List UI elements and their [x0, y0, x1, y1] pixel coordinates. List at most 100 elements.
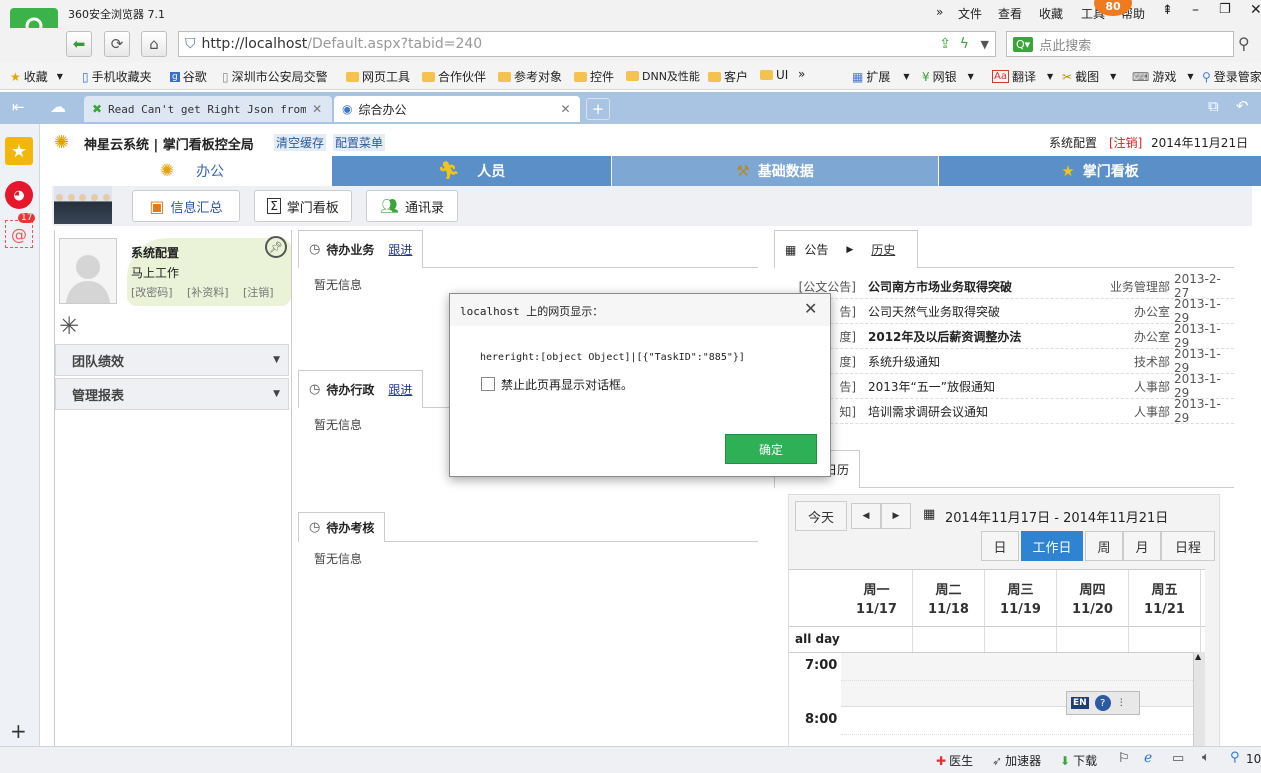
- ann-title[interactable]: 培训需求调研会议通知: [868, 403, 1134, 420]
- suppress-label[interactable]: 禁止此页再显示对话框。: [501, 376, 633, 393]
- close-window-icon[interactable]: ✕: [1250, 2, 1261, 18]
- bookmark-dnn[interactable]: DNN及性能: [626, 68, 700, 84]
- config-menu-link[interactable]: 配置菜单: [333, 134, 386, 151]
- ann-title[interactable]: 公司南方市场业务取得突破: [868, 278, 1110, 295]
- view-agenda[interactable]: 日程: [1161, 531, 1215, 561]
- bookmark-ui[interactable]: UI: [760, 68, 788, 82]
- follow-up-link[interactable]: 跟进: [388, 241, 412, 258]
- tool-extensions[interactable]: ▦ 扩展 ▼: [852, 68, 910, 85]
- nav-office[interactable]: ✺ 办公: [52, 156, 332, 186]
- tab-pending-admin[interactable]: ◷ 待办行政 跟进: [298, 370, 424, 408]
- menu-chevron-icon[interactable]: »: [936, 5, 943, 19]
- calendar-scrollbar[interactable]: ▲: [1193, 652, 1205, 746]
- menu-favorites[interactable]: 收藏: [1039, 5, 1063, 22]
- tab-pending-review[interactable]: ◷ 待办考核: [298, 512, 386, 542]
- today-button[interactable]: 今天: [795, 501, 847, 531]
- next-week-button[interactable]: ▶: [881, 503, 911, 529]
- mail-icon[interactable]: @: [5, 220, 33, 248]
- menu-file[interactable]: 文件: [958, 5, 982, 22]
- search-engine-icon[interactable]: Q▾: [1013, 36, 1034, 52]
- view-workweek[interactable]: 工作日: [1021, 531, 1083, 561]
- skin-icon[interactable]: ⇞: [1162, 3, 1173, 18]
- view-day[interactable]: 日: [981, 531, 1019, 561]
- history-link[interactable]: 历史: [871, 241, 895, 258]
- weibo-icon[interactable]: ◕: [5, 181, 33, 209]
- bolt-icon[interactable]: ϟ: [960, 36, 969, 52]
- announcement-row[interactable]: 告] 2013年“五一”放假通知 人事部 2013-1-29: [790, 372, 1234, 400]
- tab-close-icon[interactable]: ✕: [312, 102, 322, 116]
- status-doctor[interactable]: ✚ 医生: [936, 752, 973, 769]
- menu-team-performance[interactable]: 团队绩效 ▼: [55, 344, 289, 376]
- tab-announcements[interactable]: ▦ 公告 ▶ 历史: [774, 230, 918, 268]
- ime-lang[interactable]: EN: [1071, 697, 1089, 709]
- bookmark-partners[interactable]: 合作伙伴: [422, 68, 486, 85]
- announcement-row[interactable]: 度] 系统升级通知 技术部 2013-1-29: [790, 347, 1234, 375]
- bookmark-controls[interactable]: 控件: [574, 68, 614, 85]
- subnav-dashboard[interactable]: Σ 掌门看板: [254, 190, 352, 222]
- ann-title[interactable]: 系统升级通知: [868, 353, 1134, 370]
- restore-icon[interactable]: ❐: [1219, 2, 1231, 17]
- tool-screenshot[interactable]: ✂ 截图 ▼: [1062, 68, 1116, 85]
- flag-icon[interactable]: ⚐: [1118, 751, 1130, 766]
- view-month[interactable]: 月: [1123, 531, 1161, 561]
- ie-icon[interactable]: ℯ: [1144, 750, 1152, 766]
- tool-login[interactable]: ⚲ 登录管家: [1202, 68, 1261, 85]
- complete-profile-link[interactable]: [补资料]: [187, 284, 229, 300]
- bookmark-webtools[interactable]: 网页工具: [346, 68, 410, 85]
- add-icon[interactable]: +: [10, 719, 27, 743]
- nav-personnel[interactable]: 🏃︎ 人员: [332, 156, 611, 186]
- nav-basedata[interactable]: ⚒ 基础数据: [612, 156, 938, 186]
- ime-menu-icon[interactable]: ⋮: [1117, 698, 1126, 708]
- sidebar-toggle-icon[interactable]: ⇤: [12, 98, 25, 116]
- bookmark-police[interactable]: ▯ 深圳市公安局交警: [222, 68, 328, 85]
- undo-close-icon[interactable]: ↶: [1236, 97, 1249, 115]
- subnav-info-summary[interactable]: ▣ 信息汇总: [132, 190, 240, 222]
- bookmark-favorites[interactable]: ★ 收藏 ▼: [10, 68, 63, 85]
- logout-user-link[interactable]: [注销]: [243, 284, 274, 300]
- prev-week-button[interactable]: ◀: [851, 503, 881, 529]
- bookmark-references[interactable]: 参考对象: [498, 68, 562, 85]
- minimize-icon[interactable]: –: [1192, 2, 1199, 18]
- dropdown-icon[interactable]: ▼: [981, 38, 989, 51]
- status-download[interactable]: ⬇ 下载: [1060, 752, 1097, 769]
- bookmark-clients[interactable]: 客户: [708, 68, 748, 85]
- menu-management-reports[interactable]: 管理报表 ▼: [55, 378, 289, 410]
- ann-title[interactable]: 公司天然气业务取得突破: [868, 303, 1134, 320]
- tab-pending-business[interactable]: ◷ 待办业务 跟进: [298, 230, 424, 268]
- announcement-row[interactable]: 告] 公司天然气业务取得突破 办公室 2013-1-29: [790, 297, 1234, 325]
- tool-bank[interactable]: ¥ 网银 ▼: [922, 68, 974, 85]
- bookmark-mobile[interactable]: ▯ 手机收藏夹: [82, 68, 152, 85]
- logout-link[interactable]: [注销]: [1109, 134, 1142, 151]
- follow-up-link[interactable]: 跟进: [388, 381, 412, 398]
- favorites-star-icon[interactable]: ★: [5, 137, 33, 165]
- view-week[interactable]: 周: [1085, 531, 1123, 561]
- tab-list-icon[interactable]: ⧉: [1208, 97, 1219, 115]
- tab-close-icon[interactable]: ✕: [560, 102, 570, 116]
- help-icon[interactable]: ?: [1094, 695, 1111, 711]
- ann-title[interactable]: 2013年“五一”放假通知: [868, 378, 1134, 395]
- tab-office[interactable]: ◉ 综合办公 ✕: [334, 96, 580, 122]
- menu-view[interactable]: 查看: [998, 5, 1022, 22]
- dialog-close-icon[interactable]: ✕: [804, 299, 817, 318]
- cloud-icon[interactable]: ☁: [50, 97, 66, 116]
- new-tab-button[interactable]: +: [586, 98, 610, 120]
- clear-cache-link[interactable]: 清空缓存: [274, 134, 327, 151]
- pin-icon[interactable]: 📌︎: [265, 236, 287, 258]
- scroll-up-icon[interactable]: ▲: [1195, 652, 1201, 661]
- home-button[interactable]: ⌂: [141, 31, 167, 57]
- ok-button[interactable]: 确定: [725, 434, 817, 464]
- suppress-checkbox[interactable]: [481, 377, 495, 391]
- search-input[interactable]: 点此搜索: [1039, 35, 1091, 54]
- volume-icon[interactable]: 🔈︎: [1202, 750, 1210, 765]
- address-bar[interactable]: ⛉ http://localhost/Default.aspx?tabid=24…: [178, 31, 996, 57]
- announcement-row[interactable]: 知] 培训需求调研会议通知 人事部 2013-1-29: [790, 397, 1234, 425]
- subnav-contacts[interactable]: 👥︎ 通讯录: [366, 190, 458, 222]
- search-box[interactable]: Q▾ 点此搜索: [1006, 31, 1234, 57]
- window-icon[interactable]: ▭: [1172, 751, 1184, 766]
- allday-row[interactable]: [841, 626, 1205, 652]
- search-icon[interactable]: ⚲: [1238, 34, 1250, 53]
- status-accelerator[interactable]: ➶ 加速器: [992, 752, 1041, 769]
- refresh-button[interactable]: ⟳: [104, 31, 130, 57]
- change-password-link[interactable]: [改密码]: [131, 284, 173, 300]
- announcement-row[interactable]: 度] 2012年及以后薪资调整办法 办公室 2013-1-29: [790, 322, 1234, 350]
